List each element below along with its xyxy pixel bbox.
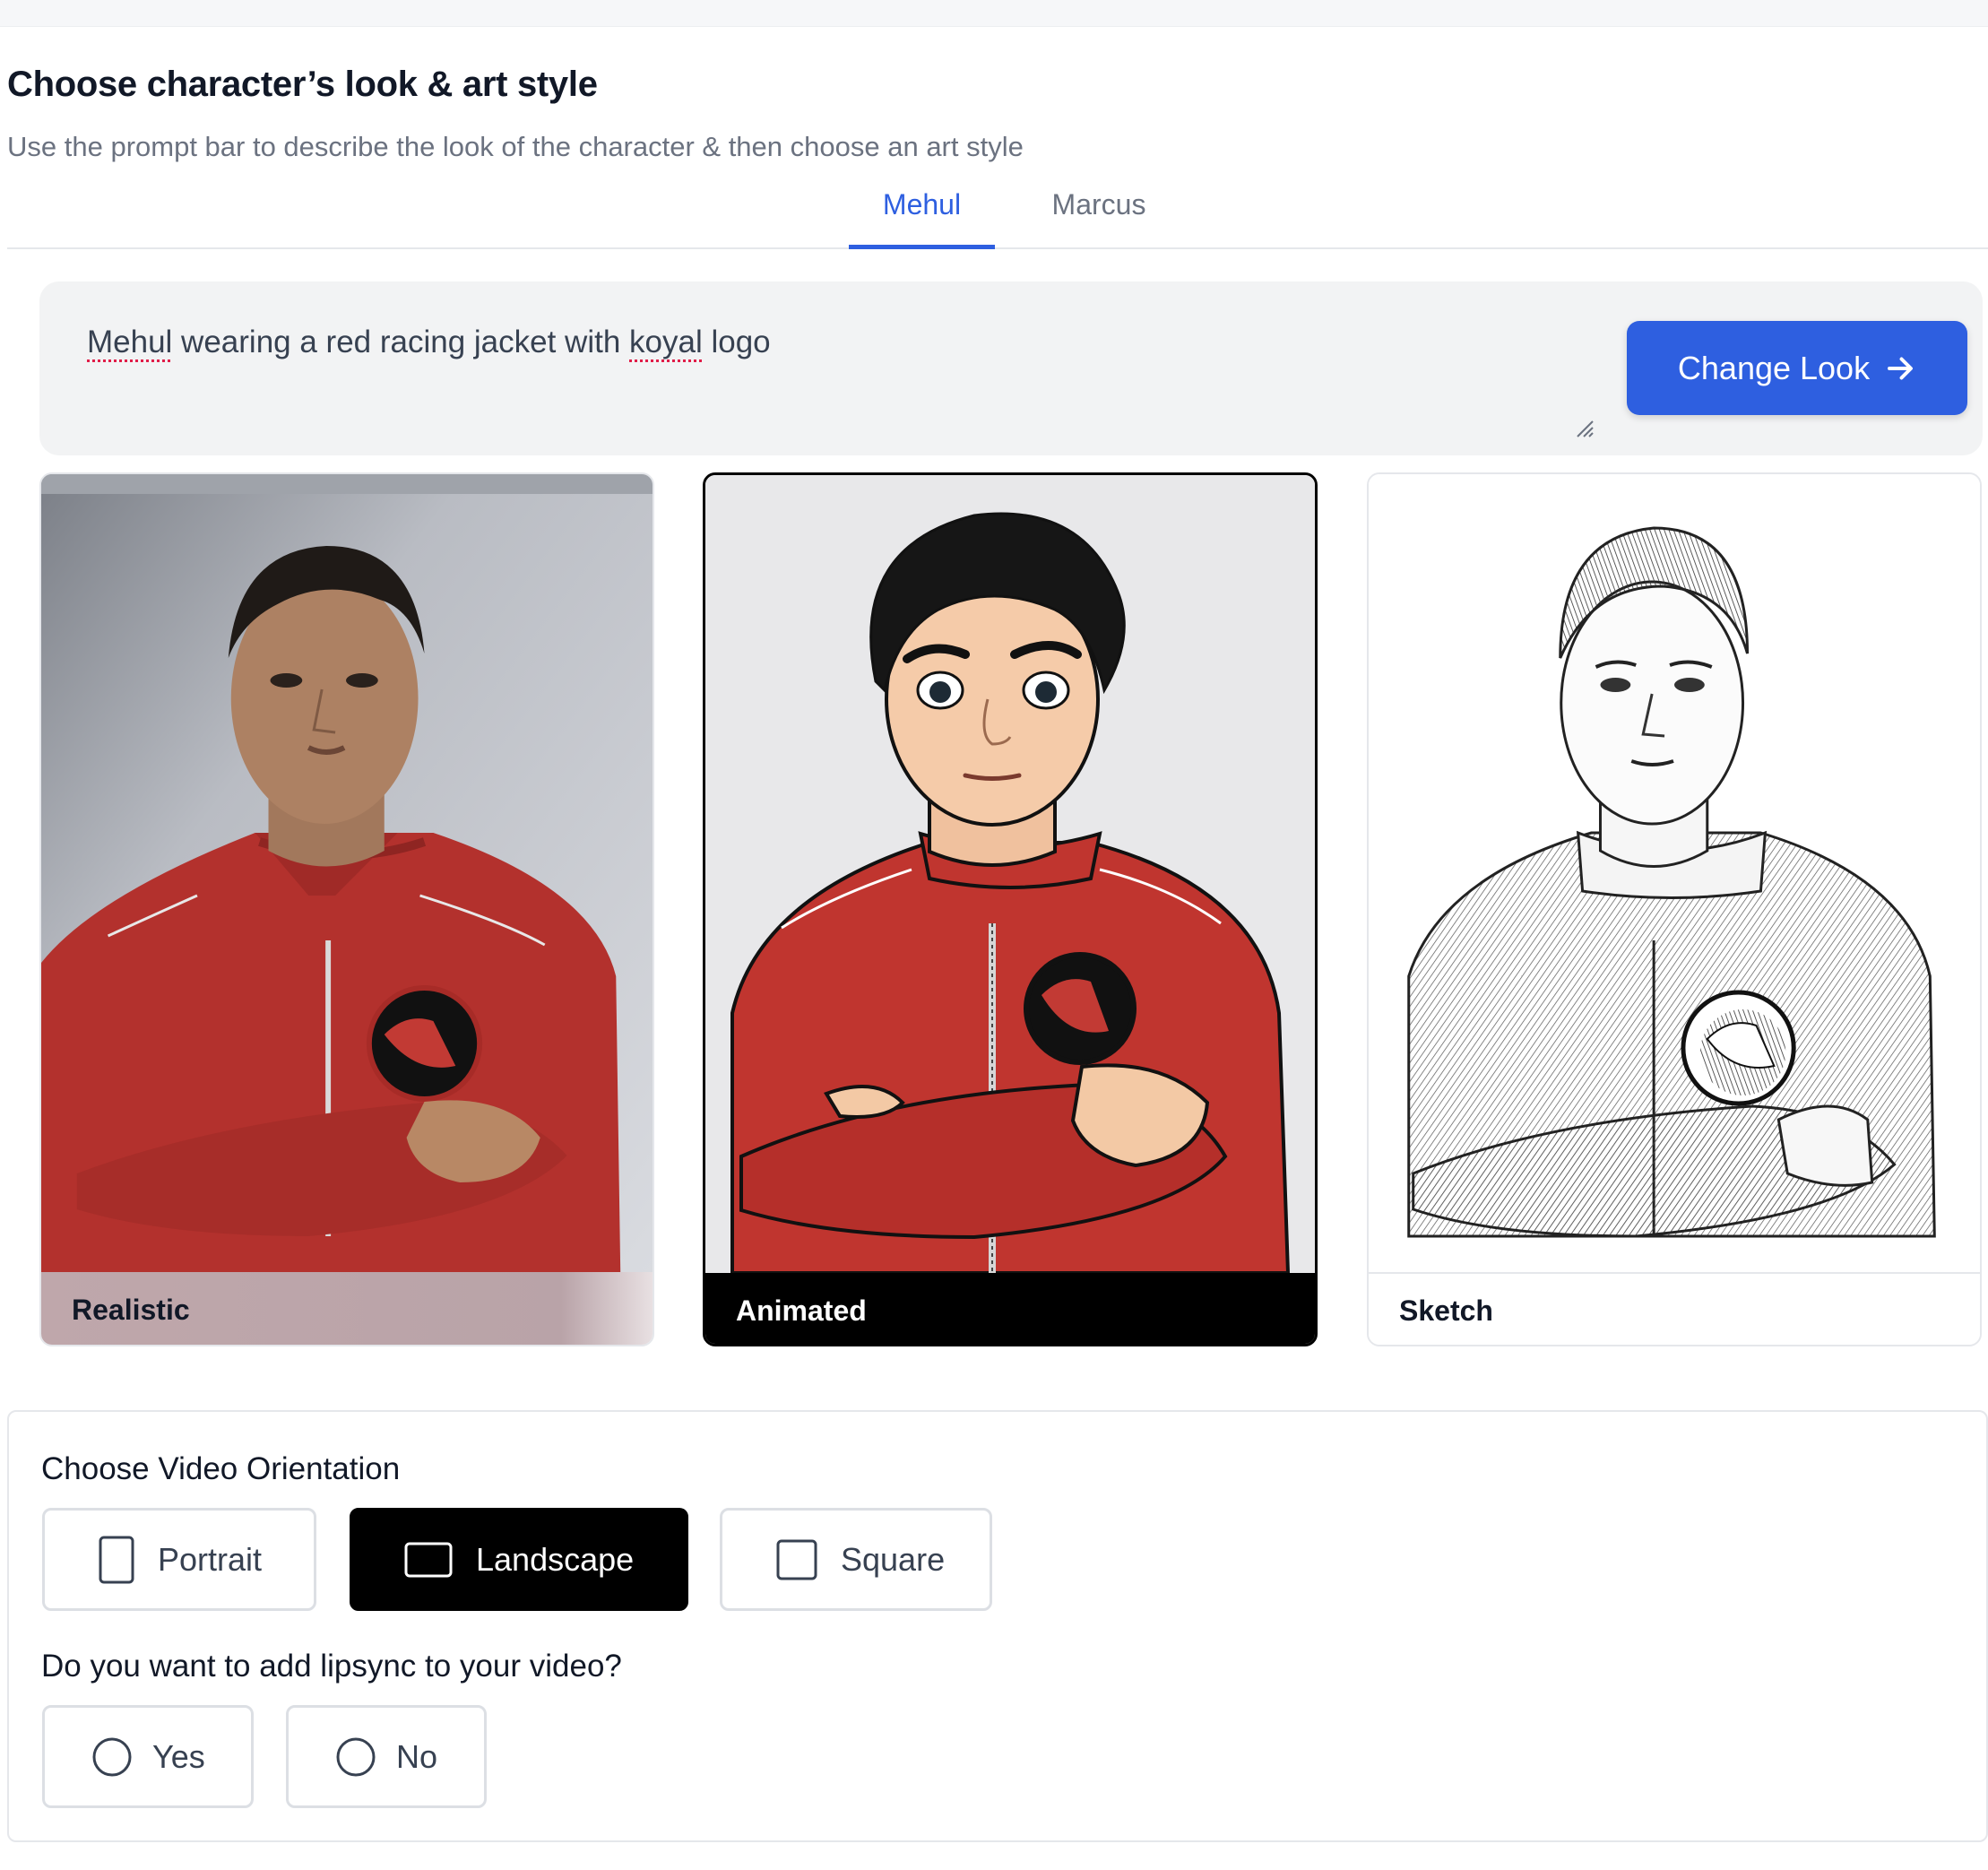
page-title: Choose character’s look & art style	[7, 65, 598, 104]
tab-mehul[interactable]: Mehul	[849, 188, 995, 249]
top-bar	[0, 0, 1988, 27]
style-label-animated: Animated	[705, 1273, 1315, 1344]
animated-portrait-image	[705, 475, 1315, 1273]
style-card-realistic[interactable]: Realistic	[39, 472, 654, 1346]
lipsync-yes-label: Yes	[152, 1737, 205, 1775]
orientation-landscape-label: Landscape	[476, 1540, 635, 1578]
tab-marcus[interactable]: Marcus	[1018, 188, 1180, 249]
prompt-text-end: logo	[702, 325, 771, 359]
orientation-square-label: Square	[841, 1540, 946, 1578]
style-card-animated[interactable]: Animated	[703, 472, 1318, 1346]
lipsync-no-label: No	[396, 1737, 438, 1775]
page-subtitle: Use the prompt bar to describe the look …	[7, 131, 1024, 162]
prompt-word-brand: koyal	[629, 325, 703, 359]
orientation-portrait-option[interactable]: Portrait	[42, 1508, 316, 1611]
square-icon	[776, 1539, 817, 1580]
orientation-landscape-option[interactable]: Landscape	[350, 1508, 688, 1611]
prompt-input[interactable]: Mehul wearing a red racing jacket with k…	[87, 325, 771, 360]
orientation-square-option[interactable]: Square	[720, 1508, 992, 1611]
style-label-sketch: Sketch	[1369, 1272, 1980, 1345]
lipsync-no-option[interactable]: No	[286, 1705, 487, 1808]
prompt-word-name: Mehul	[87, 325, 173, 359]
resize-handle-icon[interactable]	[1574, 418, 1594, 437]
video-settings-panel: Choose Video Orientation Portrait Landsc…	[7, 1410, 1988, 1842]
change-look-button[interactable]: Change Look	[1627, 321, 1967, 415]
arrow-right-icon	[1888, 357, 1914, 379]
portrait-rectangle-icon	[99, 1536, 134, 1583]
radio-icon	[336, 1737, 376, 1776]
sketch-portrait-image	[1369, 474, 1980, 1272]
style-card-sketch[interactable]: Sketch	[1367, 472, 1982, 1346]
realistic-portrait-image	[41, 474, 653, 1272]
orientation-portrait-label: Portrait	[158, 1540, 263, 1578]
orientation-heading: Choose Video Orientation	[41, 1451, 401, 1486]
prompt-text-mid: wearing a red racing jacket with	[172, 325, 630, 359]
lipsync-yes-option[interactable]: Yes	[42, 1705, 254, 1808]
style-label-realistic: Realistic	[41, 1272, 653, 1345]
character-tabs: Mehul Marcus	[7, 179, 1988, 249]
prompt-bar[interactable]: Mehul wearing a red racing jacket with k…	[39, 281, 1983, 455]
radio-icon	[92, 1737, 132, 1776]
lipsync-heading: Do you want to add lipsync to your video…	[41, 1649, 622, 1684]
landscape-rectangle-icon	[404, 1542, 453, 1577]
change-look-label: Change Look	[1677, 349, 1871, 386]
